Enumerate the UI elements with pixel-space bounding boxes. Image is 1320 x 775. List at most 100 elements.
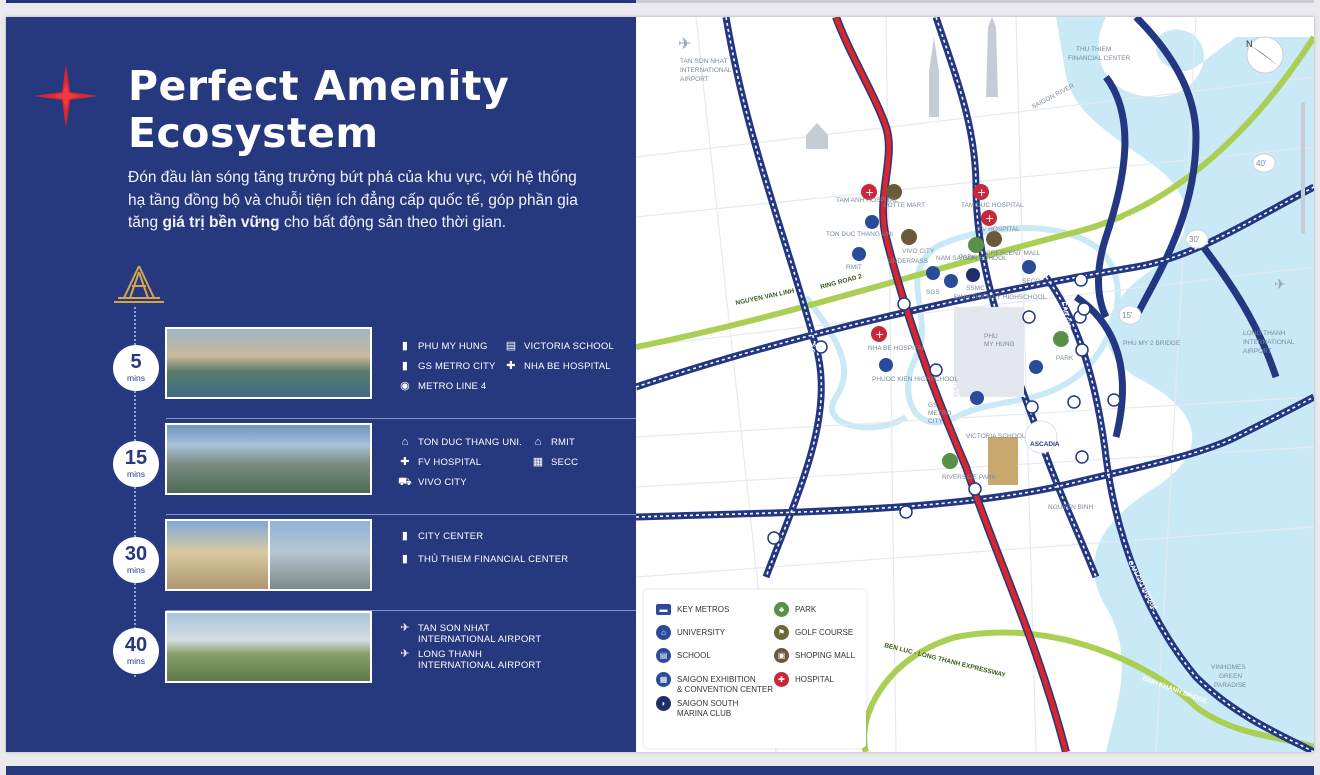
amenity-label: METRO LINE 4	[418, 381, 487, 392]
svg-text:INTERNATIONAL: INTERNATIONAL	[680, 67, 732, 74]
svg-text:NHA BE HOSPITAL: NHA BE HOSPITAL	[868, 345, 926, 352]
minutes-value: 15	[124, 447, 148, 469]
cart-icon: ⛟	[398, 476, 413, 488]
svg-text:PHU: PHU	[984, 333, 998, 340]
svg-text:SSMC: SSMC	[966, 285, 985, 292]
amenity-label: THỦ THIEM FINANCIAL CENTER	[418, 554, 569, 565]
svg-text:TON DUC THANG UNI: TON DUC THANG UNI	[826, 231, 893, 238]
scrollbar[interactable]	[1296, 92, 1310, 250]
legend-label: HOSPITAL	[795, 675, 834, 684]
school-icon: ▤	[656, 648, 671, 663]
timeline-row: 15 mins ⌂ TON DUC THANG UNI. ✚ FV HOSPITAL ⛟ VI…	[6, 419, 636, 515]
legend-label: GOLF COURSE	[795, 628, 854, 637]
minutes-unit: mins	[127, 656, 145, 666]
legend-label: PARK	[795, 605, 817, 614]
plane-icon: ✈	[400, 648, 410, 660]
svg-text:FV HOSPITAL: FV HOSPITAL	[978, 226, 1020, 233]
svg-text:NAM SAIGON SCHOOL: NAM SAIGON SCHOOL	[936, 255, 1007, 262]
travel-time-bubble: 15 mins	[113, 441, 159, 487]
university-icon: ⌂	[534, 436, 542, 448]
svg-text:RIVERSIDE PARK: RIVERSIDE PARK	[942, 474, 997, 481]
svg-text:PARK: PARK	[1056, 355, 1074, 362]
location-photo	[165, 423, 372, 495]
travel-time-bubble: 40 mins	[113, 628, 159, 674]
marina-icon: ◗	[656, 696, 671, 711]
svg-text:TAM DUC HOSPITAL: TAM DUC HOSPITAL	[961, 202, 1024, 209]
map-legend: ▬ KEY METROS ♣ PARK ⌂ UNIVERSITY ⚑ GOLF COURSE ▤…	[644, 590, 866, 748]
amenity-item: ✚ NHA BE HOSPITAL	[504, 360, 611, 373]
location-photo	[165, 611, 372, 683]
svg-text:SGS: SGS	[926, 289, 940, 296]
travel-time-40: 40'	[1256, 159, 1267, 168]
location-photo	[268, 519, 372, 591]
ascadia-logo-icon	[114, 265, 164, 303]
amenity-label: RMIT	[551, 437, 576, 448]
svg-text:ĐINH THIỆN LÝ HIGHSCHOOL: ĐINH THIỆN LÝ HIGHSCHOOL	[954, 292, 1047, 301]
building-icon: ▮	[401, 530, 409, 542]
amenity-label: TON DUC THANG UNI.	[418, 437, 523, 448]
svg-text:PHUOC KIEN HIGHSCHOOL: PHUOC KIEN HIGHSCHOOL	[872, 376, 958, 383]
amenity-item: ▮ PHU MY HUNG	[398, 341, 488, 353]
amenity-item: ▮ THỦ THIEM FINANCIAL CENTER	[398, 553, 569, 566]
svg-text:LONG THANH: LONG THANH	[1243, 330, 1286, 337]
svg-text:UNDERPASS: UNDERPASS	[888, 258, 929, 265]
minutes-value: 40	[124, 634, 148, 656]
amenity-label: VICTORIA SCHOOL	[524, 341, 614, 352]
mall-icon: ▣	[774, 648, 789, 663]
long-thanh-plane-icon: ✈	[1274, 277, 1286, 293]
minutes-value: 30	[124, 543, 148, 565]
legend-label: KEY METROS	[677, 605, 730, 614]
location-map[interactable]: + + + + TAN SON NHAT INTERNATIONAL AIRPO…	[636, 17, 1314, 752]
building-icon: ▮	[401, 360, 409, 372]
svg-text:CITY: CITY	[928, 418, 943, 425]
amenity-label: FV HOSPITAL	[418, 457, 482, 468]
amenity-label: PHU MY HUNG	[418, 341, 488, 352]
svg-text:N: N	[1246, 39, 1253, 49]
svg-text:AIRPORT: AIRPORT	[680, 76, 709, 83]
minutes-value: 5	[130, 351, 142, 373]
amenity-label: TAN SON NHAT INTERNATIONAL AIRPORT	[418, 623, 542, 645]
travel-time-15: 15'	[1122, 311, 1133, 320]
hospital-icon: ✚	[400, 456, 410, 468]
svg-text:+: +	[875, 328, 884, 341]
svg-text:GREEN: GREEN	[1219, 673, 1242, 680]
hospital-icon: ✚	[506, 360, 516, 372]
location-photo	[165, 519, 270, 591]
svg-text:THU THIEM: THU THIEM	[1076, 46, 1111, 53]
school-icon: ▤	[505, 340, 517, 352]
location-photo	[165, 327, 372, 399]
svg-text:LOTTE MART: LOTTE MART	[884, 202, 925, 209]
scrollbar-thumb[interactable]	[1301, 102, 1305, 234]
university-icon: ⌂	[401, 436, 409, 448]
svg-text:VICTORIA SCHOOL: VICTORIA SCHOOL	[966, 433, 1026, 440]
legend-label: SCHOOL	[677, 651, 711, 660]
amenity-label: LONG THANH INTERNATIONAL AIRPORT	[418, 649, 542, 671]
travel-time-bubble: 5 mins	[113, 345, 159, 391]
amenity-label: NHA BE HOSPITAL	[524, 361, 611, 372]
timeline-row: 40 mins ✈ TAN SON NHAT INTERNATIONAL AIRPOR…	[6, 611, 636, 683]
svg-text:SECC: SECC	[1022, 278, 1040, 285]
svg-text:+: +	[985, 212, 994, 225]
svg-text:FINANCIAL CENTER: FINANCIAL CENTER	[1068, 55, 1131, 62]
map-compass-icon: N	[1246, 36, 1284, 74]
svg-text:ASCADIA: ASCADIA	[1030, 441, 1060, 448]
amenity-item: ⛟ VIVO CITY	[398, 476, 467, 489]
amenity-item: ▦ SECC	[531, 457, 578, 469]
amenity-label: VIVO CITY	[418, 477, 467, 488]
building-icon: ▮	[401, 553, 409, 565]
page-title: Perfect Amenity Ecosystem	[128, 62, 510, 157]
amenity-item: ⌂ RMIT	[531, 436, 576, 449]
travel-time-bubble: 30 mins	[113, 537, 159, 583]
svg-text:NGUYEN BINH: NGUYEN BINH	[1048, 504, 1093, 511]
legend-label: UNIVERSITY	[677, 628, 726, 637]
amenity-item: ◉ METRO LINE 4	[398, 381, 487, 393]
plane-icon: ✈	[400, 622, 410, 634]
info-panel: Perfect Amenity Ecosystem Đón đầu làn só…	[6, 17, 636, 752]
svg-text:GS: GS	[928, 402, 938, 409]
minutes-unit: mins	[127, 469, 145, 479]
amenity-label: GS METRO CITY	[418, 361, 496, 372]
amenity-label: CITY CENTER	[418, 531, 484, 542]
legend-label: SAIGON EXHIBITION & CONVENTION CENTER	[677, 675, 774, 694]
metro-icon: ▬	[656, 604, 671, 615]
minutes-unit: mins	[127, 565, 145, 575]
